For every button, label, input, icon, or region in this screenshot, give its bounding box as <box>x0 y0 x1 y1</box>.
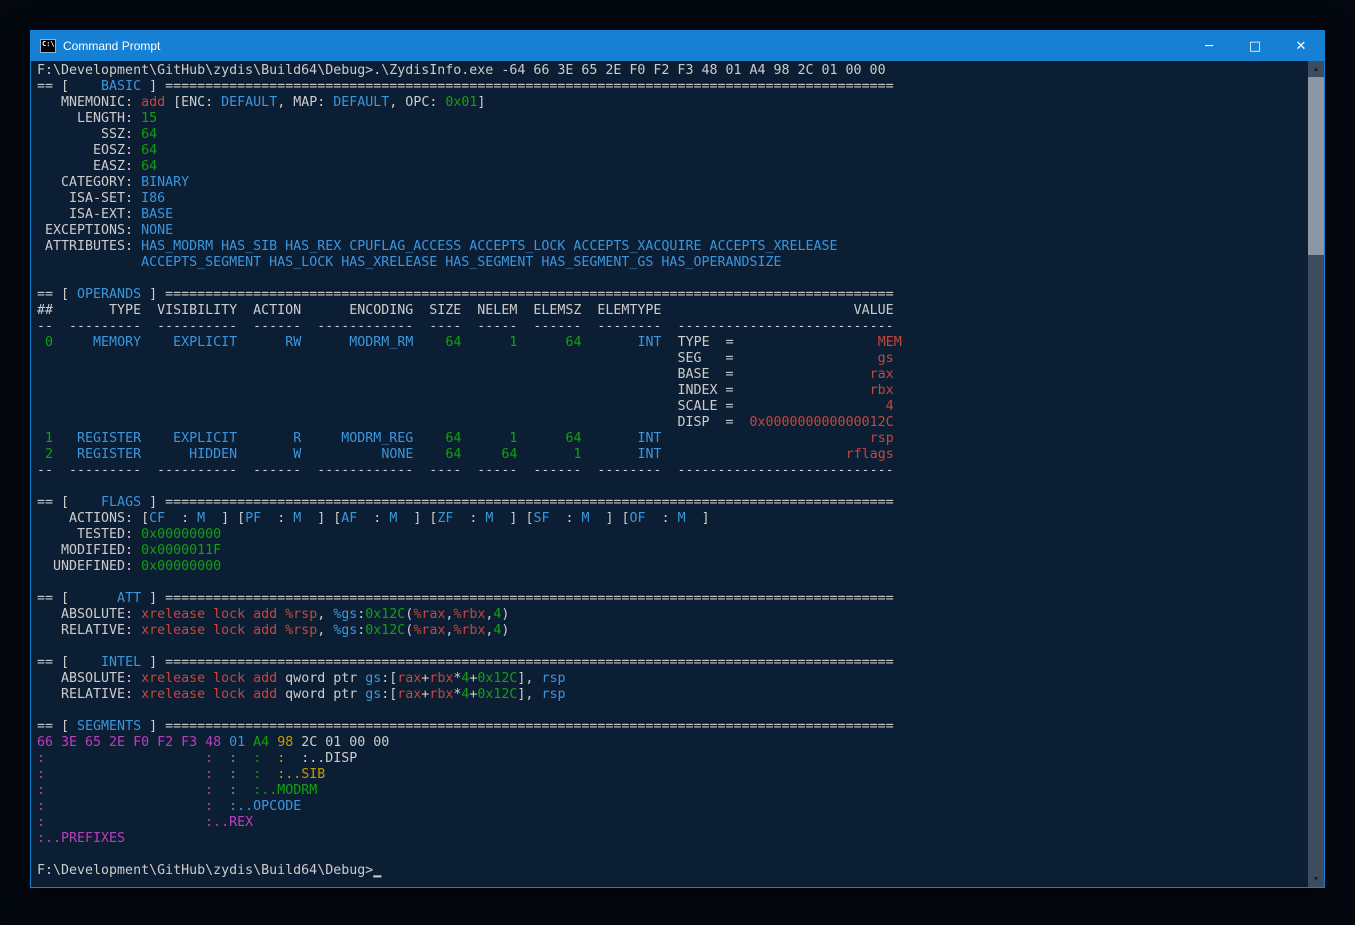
terminal-line: EOSZ: 64 <box>37 143 1308 159</box>
terminal-line: : : : : : :..DISP <box>37 751 1308 767</box>
titlebar[interactable]: C:\ Command Prompt ─ □ ✕ <box>31 31 1324 61</box>
window-body: F:\Development\GitHub\zydis\Build64\Debu… <box>31 61 1324 887</box>
terminal-line: SEG = gs <box>37 351 1308 367</box>
maximize-button[interactable]: □ <box>1232 31 1278 61</box>
command-prompt-window: C:\ Command Prompt ─ □ ✕ F:\Development\… <box>30 30 1325 888</box>
terminal-line: ACCEPTS_SEGMENT HAS_LOCK HAS_XRELEASE HA… <box>37 255 1308 271</box>
terminal-line: : : : :..MODRM <box>37 783 1308 799</box>
terminal-line: ## TYPE VISIBILITY ACTION ENCODING SIZE … <box>37 303 1308 319</box>
scrollbar[interactable]: ▲ ▼ <box>1308 61 1324 887</box>
terminal-line: BASE = rax <box>37 367 1308 383</box>
terminal-line: 0 MEMORY EXPLICIT RW MODRM_RM 64 1 64 IN… <box>37 335 1308 351</box>
terminal-line: :..PREFIXES <box>37 831 1308 847</box>
titlebar-left: C:\ Command Prompt <box>31 39 160 53</box>
terminal-line <box>37 703 1308 719</box>
terminal-line <box>37 271 1308 287</box>
terminal-line: TESTED: 0x00000000 <box>37 527 1308 543</box>
scroll-down-icon[interactable]: ▼ <box>1308 871 1324 887</box>
close-button[interactable]: ✕ <box>1278 31 1324 61</box>
terminal-line: RELATIVE: xrelease lock add qword ptr gs… <box>37 687 1308 703</box>
terminal-line: ABSOLUTE: xrelease lock add %rsp, %gs:0x… <box>37 607 1308 623</box>
terminal-line: -- --------- ---------- ------ ---------… <box>37 463 1308 479</box>
terminal-line <box>37 639 1308 655</box>
terminal-line: EASZ: 64 <box>37 159 1308 175</box>
terminal-line: ATTRIBUTES: HAS_MODRM HAS_SIB HAS_REX CP… <box>37 239 1308 255</box>
terminal-line: == [ ATT ] =============================… <box>37 591 1308 607</box>
terminal-line: CATEGORY: BINARY <box>37 175 1308 191</box>
terminal-line <box>37 847 1308 863</box>
terminal-line: LENGTH: 15 <box>37 111 1308 127</box>
terminal-line: 66 3E 65 2E F0 F2 F3 48 01 A4 98 2C 01 0… <box>37 735 1308 751</box>
terminal-line: 2 REGISTER HIDDEN W NONE 64 64 1 INT rfl… <box>37 447 1308 463</box>
terminal-line: -- --------- ---------- ------ ---------… <box>37 319 1308 335</box>
scrollbar-thumb[interactable] <box>1308 77 1324 255</box>
terminal-line: == [ OPERANDS ] ========================… <box>37 287 1308 303</box>
terminal-line: : : : : :..SIB <box>37 767 1308 783</box>
terminal-line: F:\Development\GitHub\zydis\Build64\Debu… <box>37 863 1308 879</box>
terminal-line: RELATIVE: xrelease lock add %rsp, %gs:0x… <box>37 623 1308 639</box>
terminal-output[interactable]: F:\Development\GitHub\zydis\Build64\Debu… <box>31 61 1308 887</box>
terminal-line: MODIFIED: 0x0000011F <box>37 543 1308 559</box>
terminal-line <box>37 479 1308 495</box>
terminal-line: ISA-EXT: BASE <box>37 207 1308 223</box>
terminal-line: == [ INTEL ] ===========================… <box>37 655 1308 671</box>
scroll-up-icon[interactable]: ▲ <box>1308 61 1324 77</box>
window-controls: ─ □ ✕ <box>1186 31 1324 61</box>
terminal-line: EXCEPTIONS: NONE <box>37 223 1308 239</box>
terminal-line: INDEX = rbx <box>37 383 1308 399</box>
minimize-button[interactable]: ─ <box>1186 31 1232 61</box>
terminal-line: == [ FLAGS ] ===========================… <box>37 495 1308 511</box>
cmd-icon: C:\ <box>40 39 56 53</box>
terminal-line: : :..REX <box>37 815 1308 831</box>
terminal-line: UNDEFINED: 0x00000000 <box>37 559 1308 575</box>
window-title: Command Prompt <box>63 39 160 53</box>
terminal-line: DISP = 0x000000000000012C <box>37 415 1308 431</box>
terminal-line: MNEMONIC: add [ENC: DEFAULT, MAP: DEFAUL… <box>37 95 1308 111</box>
terminal-line: ACTIONS: [CF : M ] [PF : M ] [AF : M ] [… <box>37 511 1308 527</box>
terminal-line: 1 REGISTER EXPLICIT R MODRM_REG 64 1 64 … <box>37 431 1308 447</box>
terminal-line: SSZ: 64 <box>37 127 1308 143</box>
terminal-line: ABSOLUTE: xrelease lock add qword ptr gs… <box>37 671 1308 687</box>
terminal-line: ISA-SET: I86 <box>37 191 1308 207</box>
terminal-line: == [ BASIC ] ===========================… <box>37 79 1308 95</box>
terminal-line: : : :..OPCODE <box>37 799 1308 815</box>
terminal-line: F:\Development\GitHub\zydis\Build64\Debu… <box>37 63 1308 79</box>
terminal-line: == [ SEGMENTS ] ========================… <box>37 719 1308 735</box>
terminal-line: SCALE = 4 <box>37 399 1308 415</box>
terminal-line <box>37 575 1308 591</box>
